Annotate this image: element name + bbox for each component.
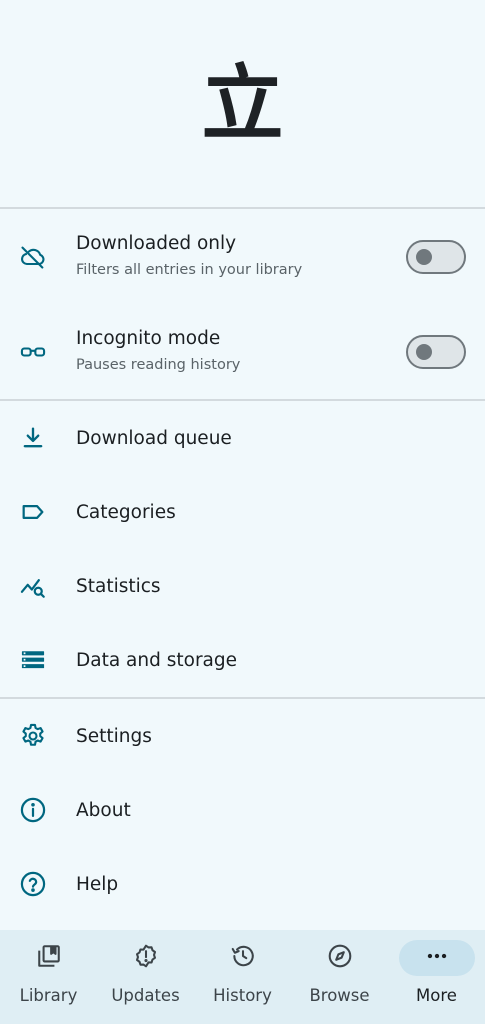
storage-icon (18, 645, 48, 675)
menu-item-label: About (76, 799, 131, 821)
toggle-downloaded-only-row[interactable]: Downloaded only Filters all entries in y… (0, 209, 485, 304)
menu-item-download-queue[interactable]: Download queue (0, 401, 485, 475)
nav-icon-container (398, 940, 475, 976)
nav-label: Browse (309, 986, 370, 1005)
toggle-subtitle: Pauses reading history (76, 357, 241, 374)
nav-icon-container (11, 940, 87, 976)
more-dots-icon (424, 943, 450, 973)
menu-item-label: Help (76, 873, 119, 895)
nav-label: Updates (111, 986, 180, 1005)
toggle-subtitle: Filters all entries in your library (76, 262, 303, 279)
download-icon (18, 423, 48, 453)
history-icon (230, 943, 256, 973)
downloaded-only-switch[interactable] (406, 239, 466, 274)
glasses-icon (18, 337, 48, 367)
menu-item-data-storage[interactable]: Data and storage (0, 623, 485, 697)
nav-label: History (213, 986, 272, 1005)
bottom-navigation: Library Updates History Browse More (0, 930, 485, 1024)
compass-icon (327, 943, 353, 973)
menu-item-label: Statistics (76, 575, 161, 597)
toggle-incognito-row[interactable]: Incognito mode Pauses reading history (0, 304, 485, 399)
menu-item-help[interactable]: Help (0, 847, 485, 921)
toggle-title: Downloaded only (76, 233, 237, 255)
switch-knob (416, 248, 432, 265)
menu-item-settings[interactable]: Settings (0, 699, 485, 773)
menu-item-label: Download queue (76, 427, 232, 449)
menu-item-label: Data and storage (76, 649, 238, 671)
nav-icon-container (108, 940, 184, 976)
toggle-title: Incognito mode (76, 328, 221, 350)
nav-more[interactable]: More (388, 930, 485, 1024)
nav-icon-container (302, 940, 378, 976)
incognito-switch[interactable] (406, 334, 466, 369)
info-icon (18, 795, 48, 825)
nav-browse[interactable]: Browse (291, 930, 388, 1024)
menu-item-about[interactable]: About (0, 773, 485, 847)
menu-item-label: Settings (76, 725, 152, 747)
switch-knob (416, 343, 432, 360)
updates-icon (133, 943, 159, 973)
gear-icon (18, 721, 48, 751)
nav-label: More (416, 986, 457, 1005)
menu-item-categories[interactable]: Categories (0, 475, 485, 549)
help-icon (18, 869, 48, 899)
app-logo-area: 立 (0, 0, 485, 207)
menu-item-statistics[interactable]: Statistics (0, 549, 485, 623)
nav-icon-container (205, 940, 281, 976)
label-icon (18, 497, 48, 527)
nav-history[interactable]: History (194, 930, 291, 1024)
app-logo: 立 (201, 56, 284, 152)
cloud-off-icon (18, 242, 48, 272)
library-icon (36, 943, 62, 973)
menu-item-label: Categories (76, 501, 176, 523)
nav-library[interactable]: Library (0, 930, 97, 1024)
nav-label: Library (19, 986, 78, 1005)
statistics-icon (18, 571, 48, 601)
nav-updates[interactable]: Updates (97, 930, 194, 1024)
